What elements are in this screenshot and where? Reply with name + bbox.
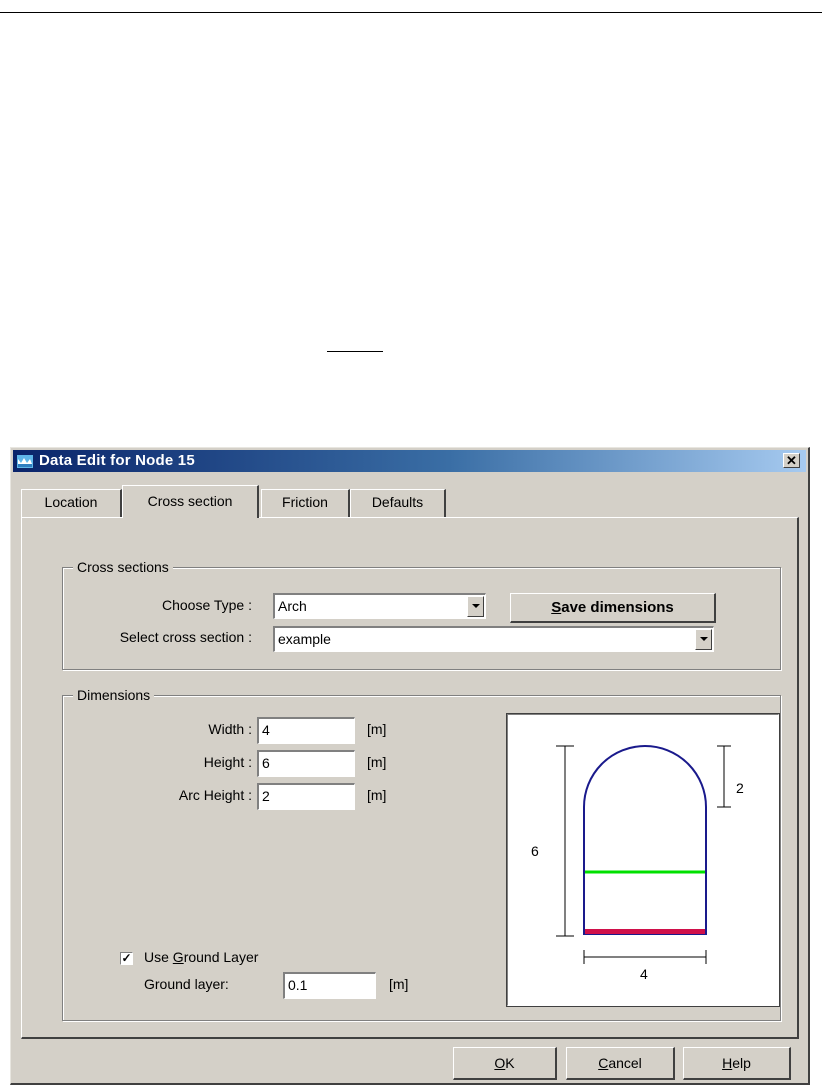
width-value: 4 <box>262 722 270 738</box>
tab-friction-label: Friction <box>282 494 328 510</box>
tab-location-label: Location <box>44 494 98 510</box>
tab-defaults[interactable]: Defaults <box>350 489 446 517</box>
ok-accel: O <box>494 1055 506 1071</box>
select-cross-section-value: example <box>278 631 331 647</box>
help-accel: H <box>722 1055 733 1071</box>
cancel-post: ancel <box>608 1055 642 1071</box>
height-value: 6 <box>262 755 270 771</box>
gl-accel: G <box>172 949 184 965</box>
ground-layer-value: 0.1 <box>288 977 308 993</box>
ground-layer-band <box>585 929 705 934</box>
height-unit: [m] <box>367 754 387 770</box>
tab-cross-section[interactable]: Cross section <box>122 485 259 518</box>
arch-outline <box>583 745 707 935</box>
save-accel: S <box>551 599 562 616</box>
tab-cross-section-label: Cross section <box>147 493 233 509</box>
choose-type-value: Arch <box>278 598 307 614</box>
help-post: elp <box>732 1055 751 1071</box>
save-post: ave dimensions <box>561 599 674 616</box>
height-input[interactable]: 6 <box>257 750 355 777</box>
cross-section-panel: Cross sections Choose Type : Arch Save d… <box>21 517 799 1039</box>
cross-sections-group: Cross sections Choose Type : Arch Save d… <box>62 559 781 670</box>
choose-type-select[interactable]: Arch <box>273 593 486 619</box>
chevron-down-icon[interactable] <box>467 596 484 617</box>
width-label: Width : <box>208 721 252 737</box>
chevron-down-icon[interactable] <box>695 629 712 650</box>
tab-defaults-label: Defaults <box>371 494 424 510</box>
window-title: Data Edit for Node 15 <box>39 452 195 469</box>
cross-section-preview: 6 2 4 <box>506 713 780 1007</box>
mid-rule <box>327 351 383 352</box>
help-button[interactable]: Help <box>683 1047 791 1080</box>
close-icon: ✕ <box>786 453 797 468</box>
arc-height-input[interactable]: 2 <box>257 783 355 810</box>
ground-layer-unit: [m] <box>389 976 409 992</box>
arc-dimension-label: 2 <box>736 780 744 796</box>
tab-location[interactable]: Location <box>21 489 122 517</box>
arch-diagram: 6 2 4 <box>531 745 744 982</box>
top-rule <box>0 12 822 13</box>
choose-type-label: Choose Type : <box>161 597 252 613</box>
use-ground-layer-label[interactable]: Use Ground Layer <box>144 949 258 965</box>
ground-layer-label: Ground layer: <box>144 976 229 992</box>
cross-sections-group-title: Cross sections <box>73 559 173 575</box>
close-button[interactable]: ✕ <box>783 453 800 468</box>
gl-pre: Use <box>144 949 173 965</box>
save-dimensions-button[interactable]: Save dimensions <box>510 593 716 623</box>
select-cross-section-label: Select cross section : <box>119 629 252 645</box>
arc-height-unit: [m] <box>367 787 387 803</box>
arc-height-value: 2 <box>262 788 270 804</box>
width-dimension-label: 4 <box>640 966 648 982</box>
app-icon <box>17 455 33 468</box>
cancel-accel: C <box>598 1055 609 1071</box>
height-label: Height : <box>203 754 252 770</box>
data-edit-dialog: Data Edit for Node 15 ✕ Location Cross s… <box>10 447 810 1085</box>
width-input[interactable]: 4 <box>257 717 355 744</box>
gl-post: round Layer <box>183 949 259 965</box>
use-ground-layer-checkbox[interactable]: ✓ <box>120 952 133 965</box>
ground-layer-input[interactable]: 0.1 <box>283 972 376 999</box>
dimensions-group: Dimensions Width : 4 [m] Height : 6 [m] … <box>62 687 781 1021</box>
ok-post: K <box>505 1055 515 1071</box>
arc-height-label: Arc Height : <box>178 787 252 803</box>
height-dimension-label: 6 <box>531 843 539 859</box>
tab-friction[interactable]: Friction <box>261 489 350 517</box>
dimensions-group-title: Dimensions <box>73 687 155 703</box>
cancel-button[interactable]: Cancel <box>566 1047 675 1080</box>
ok-button[interactable]: OK <box>453 1047 557 1080</box>
select-cross-section-select[interactable]: example <box>273 626 714 652</box>
width-unit: [m] <box>367 721 387 737</box>
title-bar[interactable]: Data Edit for Node 15 ✕ <box>13 450 806 472</box>
